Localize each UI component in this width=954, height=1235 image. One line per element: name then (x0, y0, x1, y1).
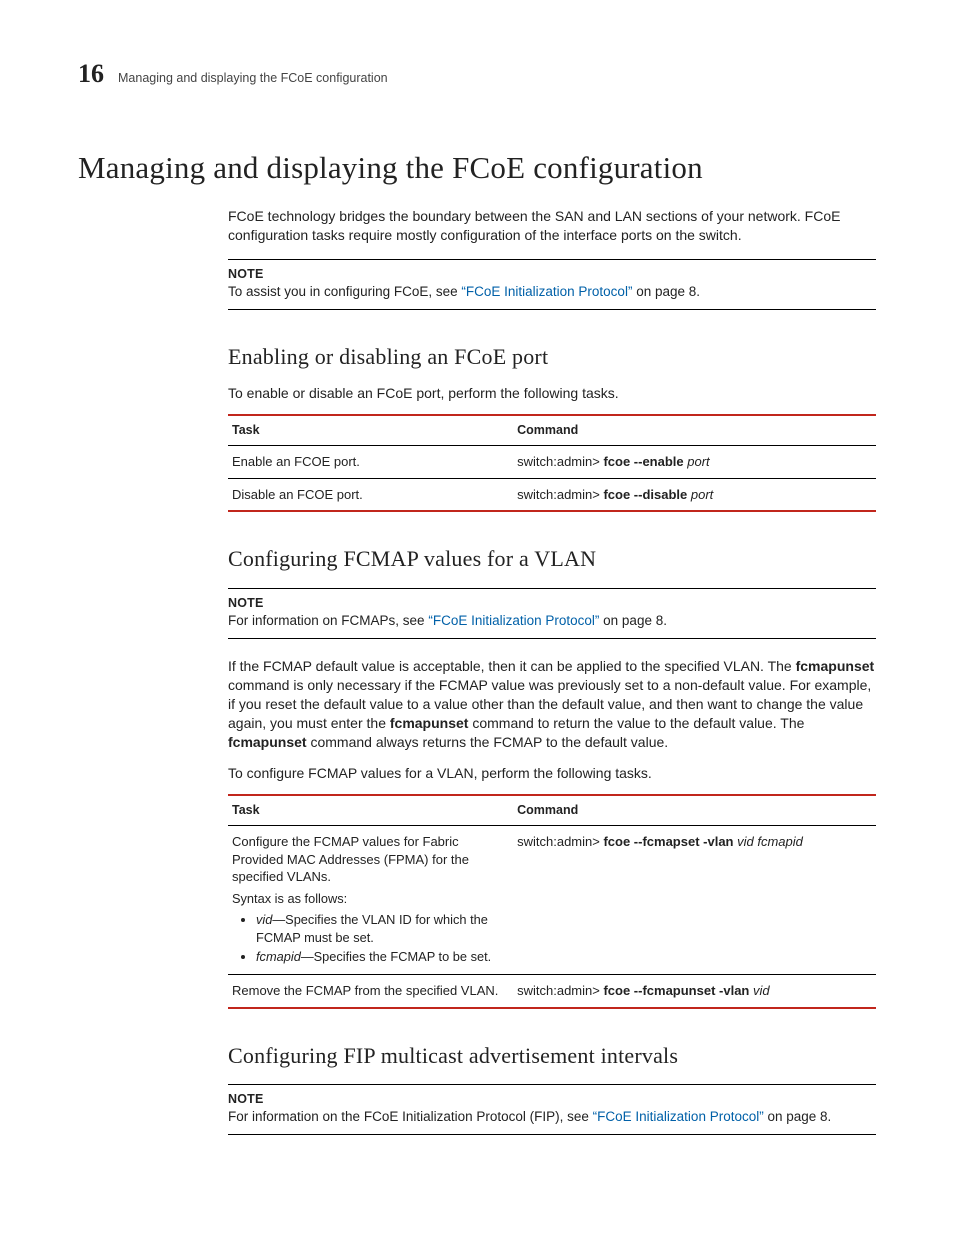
table-header-row: Task Command (228, 415, 876, 445)
running-head-text: Managing and displaying the FCoE configu… (118, 70, 388, 87)
command-cell: switch:admin> fcoe --fcmapset -vlan vid … (513, 826, 876, 975)
task-cell: Remove the FCMAP from the specified VLAN… (228, 975, 513, 1008)
body-paragraph: If the FCMAP default value is acceptable… (228, 657, 876, 751)
command-cell: switch:admin> fcoe --enable port (513, 446, 876, 479)
link-fip[interactable]: “FCoE Initialization Protocol” (428, 613, 599, 628)
th-task: Task (228, 415, 513, 445)
section-heading: Configuring FCMAP values for a VLAN (228, 544, 876, 574)
table-row: Remove the FCMAP from the specified VLAN… (228, 975, 876, 1008)
section-lead: To enable or disable an FCoE port, perfo… (228, 384, 876, 403)
table-row: Configure the FCMAP values for Fabric Pr… (228, 826, 876, 975)
note-text: For information on the FCoE Initializati… (228, 1108, 876, 1126)
note-text: For information on FCMAPs, see “FCoE Ini… (228, 612, 876, 630)
command-cell: switch:admin> fcoe --disable port (513, 478, 876, 511)
chapter-number: 16 (78, 56, 104, 91)
note-label: NOTE (228, 266, 876, 283)
th-command: Command (513, 415, 876, 445)
note-block: NOTE For information on the FCoE Initial… (228, 1084, 876, 1135)
page-title: Managing and displaying the FCoE configu… (78, 147, 876, 189)
task-table: Task Command Configure the FCMAP values … (228, 794, 876, 1008)
link-fip[interactable]: “FCoE Initialization Protocol” (593, 1109, 764, 1124)
note-label: NOTE (228, 595, 876, 612)
section-heading: Enabling or disabling an FCoE port (228, 342, 876, 372)
command-cell: switch:admin> fcoe --fcmapunset -vlan vi… (513, 975, 876, 1008)
note-block: NOTE For information on FCMAPs, see “FCo… (228, 588, 876, 639)
list-item: vid—Specifies the VLAN ID for which the … (256, 911, 509, 946)
task-cell: Disable an FCOE port. (228, 478, 513, 511)
content-body: FCoE technology bridges the boundary bet… (228, 207, 876, 1135)
intro-paragraph: FCoE technology bridges the boundary bet… (228, 207, 876, 245)
th-command: Command (513, 795, 876, 825)
list-item: fcmapid—Specifies the FCMAP to be set. (256, 948, 509, 965)
note-block: NOTE To assist you in configuring FCoE, … (228, 259, 876, 310)
task-cell: Configure the FCMAP values for Fabric Pr… (228, 826, 513, 975)
table-row: Enable an FCOE port. switch:admin> fcoe … (228, 446, 876, 479)
running-head: 16 Managing and displaying the FCoE conf… (78, 56, 876, 91)
table-row: Disable an FCOE port. switch:admin> fcoe… (228, 478, 876, 511)
section-lead: To configure FCMAP values for a VLAN, pe… (228, 764, 876, 783)
link-fip[interactable]: “FCoE Initialization Protocol” (461, 284, 632, 299)
section-heading: Configuring FIP multicast advertisement … (228, 1041, 876, 1071)
table-header-row: Task Command (228, 795, 876, 825)
note-text: To assist you in configuring FCoE, see “… (228, 283, 876, 301)
note-label: NOTE (228, 1091, 876, 1108)
syntax-list: vid—Specifies the VLAN ID for which the … (232, 911, 509, 965)
th-task: Task (228, 795, 513, 825)
task-cell: Enable an FCOE port. (228, 446, 513, 479)
task-table: Task Command Enable an FCOE port. switch… (228, 414, 876, 512)
